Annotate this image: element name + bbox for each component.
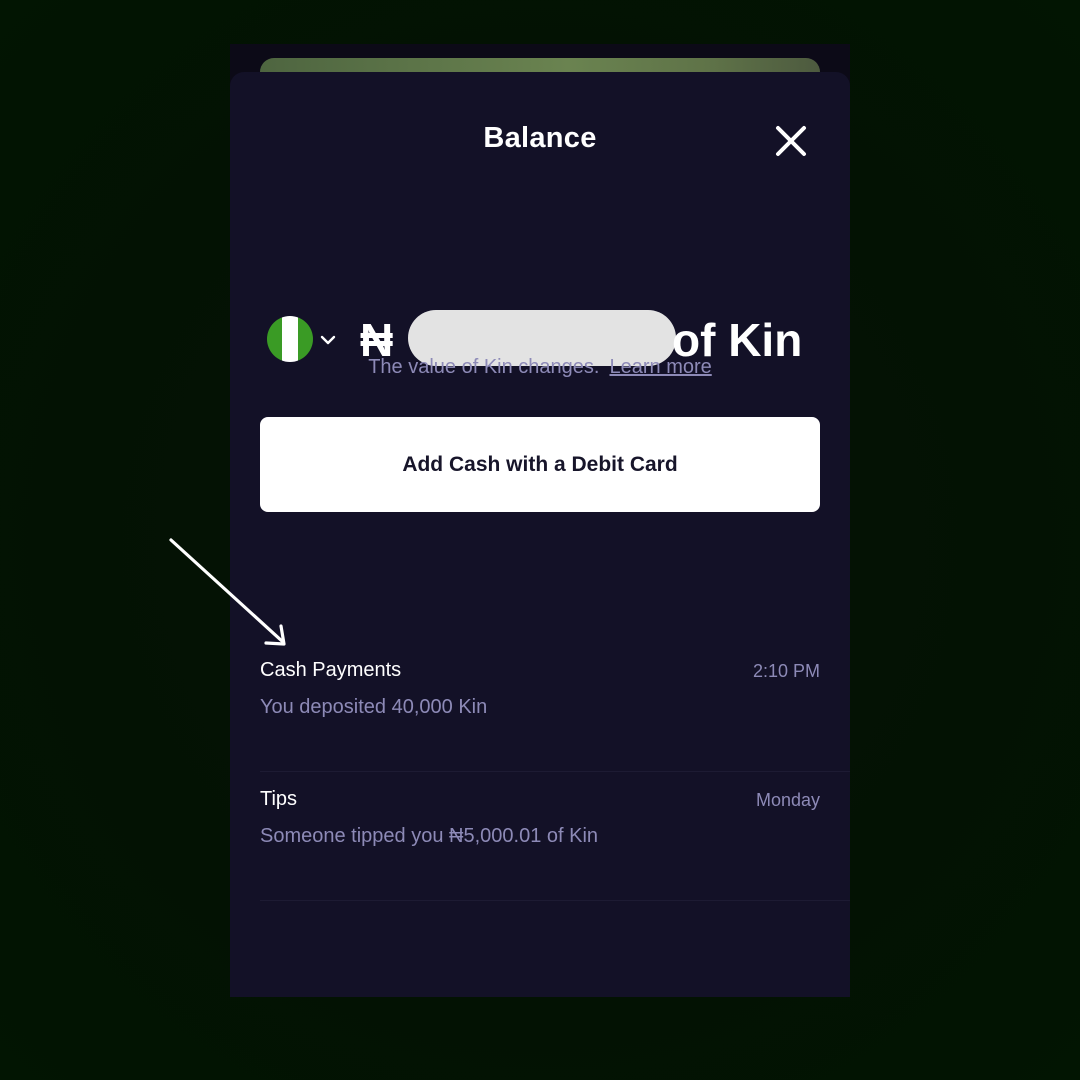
transaction-list: Cash Payments 2:10 PM You deposited 40,0… [260, 643, 850, 901]
transaction-description: Someone tipped you ₦5,000.01 of Kin [260, 825, 599, 847]
phone-screen: Balance ₦ of Kin The value of Kin change… [230, 44, 850, 997]
transaction-title: Tips [260, 788, 298, 810]
chevron-down-icon[interactable] [318, 330, 338, 350]
screenshot-stage: Balance ₦ of Kin The value of Kin change… [0, 0, 1080, 1080]
page-title: Balance [483, 122, 597, 154]
transaction-time: Monday [755, 790, 820, 810]
annotation-arrow-icon [169, 538, 286, 646]
kin-value-note-text: The value of Kin changes. [368, 356, 600, 378]
learn-more-link[interactable]: Learn more [609, 356, 711, 378]
transaction-item-cash-payments[interactable]: Cash Payments 2:10 PM You deposited 40,0… [260, 643, 850, 772]
transaction-title: Cash Payments [260, 659, 402, 681]
close-icon [776, 126, 806, 156]
transaction-item-tips[interactable]: Tips Monday Someone tipped you ₦5,000.01… [260, 772, 850, 901]
transaction-time: 2:10 PM [752, 661, 820, 681]
balance-sheet: Balance ₦ of Kin The value of Kin change… [230, 72, 850, 997]
transaction-description: You deposited 40,000 Kin [260, 696, 488, 718]
kin-value-note: The value of Kin changes. Learn more [230, 356, 850, 379]
add-cash-button[interactable]: Add Cash with a Debit Card [260, 417, 820, 512]
close-button[interactable] [774, 124, 808, 158]
